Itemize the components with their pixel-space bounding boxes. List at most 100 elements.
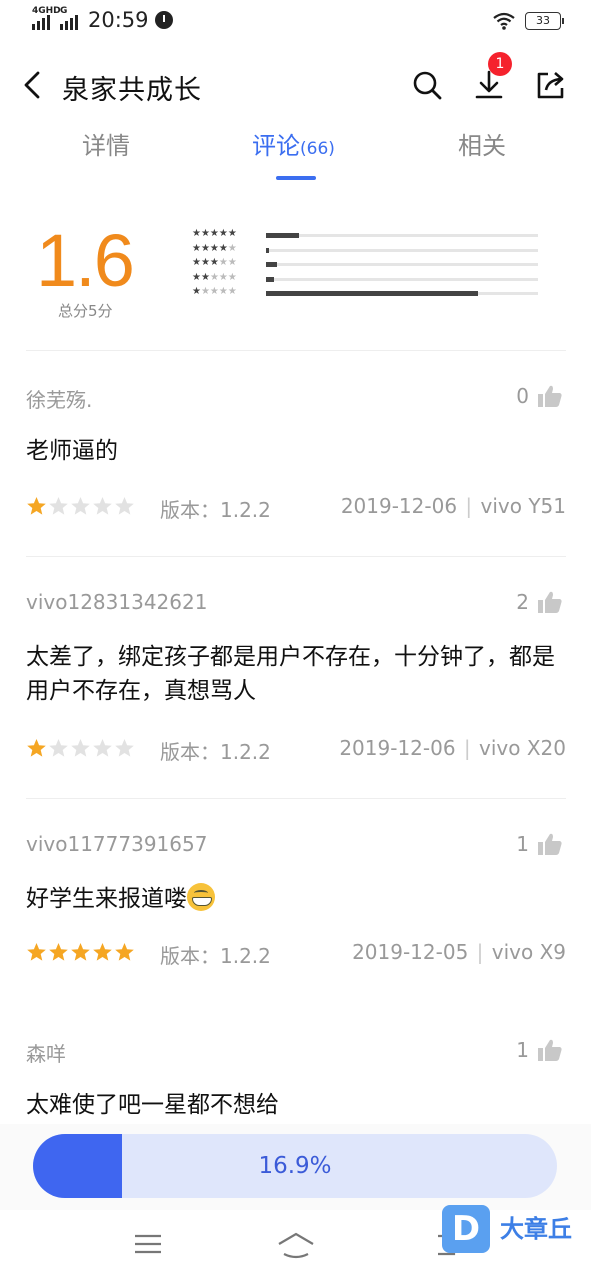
- home-icon[interactable]: [276, 1226, 316, 1262]
- like-button[interactable]: 0: [516, 384, 563, 408]
- download-progress-button[interactable]: 16.9%: [33, 1134, 557, 1198]
- rating-row-fill: [266, 276, 275, 282]
- download-progress-label: 16.9%: [258, 1153, 332, 1179]
- star-filled-icon: [27, 739, 46, 757]
- review-stars: [26, 738, 135, 759]
- review-meta: 版本：1.2.2 2019-12-06 | vivo X20: [26, 736, 566, 764]
- rating-row-fill: [266, 262, 277, 267]
- thumbs-up-icon: [538, 591, 562, 613]
- rating-row-stars: ★★★★★: [192, 242, 237, 254]
- divider: [26, 556, 566, 557]
- tab-reviews-count: (66): [300, 139, 335, 159]
- review-meta: 版本：1.2.2 2019-12-06 | vivo Y51: [26, 494, 567, 522]
- review-username: vivo12831342621: [26, 590, 208, 614]
- rating-row-3-star: ★★★★★: [192, 257, 542, 271]
- menu-icon[interactable]: [128, 1226, 168, 1262]
- review-date-device: 2019-12-06 | vivo X20: [339, 736, 566, 760]
- review-version: 版本：1.2.2: [160, 498, 271, 522]
- watermark-logo: D 大章丘: [440, 1203, 590, 1259]
- rating-row-1-star: ★★★★★: [192, 286, 542, 300]
- tab-indicator: [276, 176, 316, 180]
- review-version: 版本：1.2.2: [160, 740, 271, 764]
- watermark-text: 大章丘: [500, 1215, 572, 1243]
- review-device: vivo X9: [491, 940, 566, 964]
- alarm-icon: [154, 11, 173, 29]
- tab-related[interactable]: 相关: [458, 126, 506, 161]
- divider: [26, 798, 566, 799]
- share-icon[interactable]: [534, 68, 568, 102]
- rating-score: 1.6: [36, 219, 135, 302]
- thumbs-up-icon: [538, 833, 562, 855]
- star-empty-icon: [115, 497, 134, 515]
- like-count: 1: [516, 832, 529, 856]
- network-type-label: 4GHD: [32, 6, 61, 16]
- wifi-icon: [493, 12, 515, 30]
- tab-reviews-label: 评论: [252, 132, 300, 160]
- star-filled-icon: [49, 943, 68, 961]
- battery-icon: 33: [525, 12, 564, 30]
- network-type-2-label: G: [60, 6, 68, 16]
- star-empty-icon: [93, 497, 112, 515]
- status-bar: 4GHD G 20:59 33: [0, 0, 591, 48]
- status-time: 20:59: [88, 8, 149, 32]
- review-text-row: 好学生来报道喽: [26, 882, 566, 916]
- rating-row-stars: ★★★★★: [192, 257, 237, 268]
- review-username: vivo11777391657: [26, 832, 208, 856]
- watermark-logo-mark: D: [442, 1205, 490, 1253]
- review-username: 徐芜殇.: [26, 388, 93, 412]
- download-badge: 1: [488, 52, 512, 76]
- tab-reviews[interactable]: 评论(66): [252, 126, 335, 161]
- like-button[interactable]: 1: [516, 832, 563, 856]
- review-device: vivo X20: [479, 736, 566, 760]
- star-filled-icon: [71, 943, 90, 961]
- star-empty-icon: [115, 739, 134, 757]
- star-filled-icon: [115, 943, 134, 961]
- thumbs-up-icon: [538, 385, 562, 407]
- like-button[interactable]: 1: [516, 1038, 563, 1062]
- review-date-device: 2019-12-06 | vivo Y51: [340, 494, 567, 518]
- review-date: 2019-12-06: [340, 494, 458, 518]
- review-date: 2019-12-06: [339, 736, 456, 760]
- star-empty-icon: [49, 739, 68, 757]
- review-text: 好学生来报道喽: [26, 886, 187, 912]
- tab-related-label: 相关: [458, 132, 506, 160]
- search-icon[interactable]: [410, 68, 444, 102]
- rating-subtitle: 总分5分: [58, 302, 113, 320]
- back-icon[interactable]: [18, 70, 48, 100]
- rating-row-track: [266, 247, 538, 253]
- star-empty-icon: [93, 739, 112, 757]
- like-count: 2: [516, 590, 529, 614]
- rating-row-track: [266, 262, 538, 267]
- review-text: 太差了，绑定孩子都是用户不存在，十分钟了，都是用户不存在，真想骂人: [26, 644, 555, 704]
- review-meta: 版本：1.2.2 2019-12-05 | vivo X9: [26, 940, 566, 968]
- cell-signal-icon: 4GHD: [32, 6, 61, 30]
- download-bar-container: 16.9%: [0, 1124, 591, 1210]
- review-stars: [26, 496, 135, 517]
- like-count: 1: [516, 1038, 529, 1062]
- like-button[interactable]: 2: [516, 590, 563, 614]
- star-filled-icon: [27, 497, 46, 515]
- review-text: 太难使了吧一星都不想给: [26, 1092, 279, 1118]
- review-date: 2019-12-05: [352, 940, 469, 964]
- rating-row-5-star: ★★★★★: [192, 228, 542, 242]
- rating-row-stars: ★★★★★: [192, 271, 237, 283]
- review-username: 森咩: [26, 1042, 66, 1066]
- star-filled-icon: [27, 943, 46, 961]
- cell-signal-2-icon: G: [60, 6, 78, 30]
- review-date-device: 2019-12-05 | vivo X9: [352, 940, 566, 964]
- status-left: 4GHD G 20:59: [32, 6, 173, 32]
- rating-row-4-star: ★★★★★: [192, 243, 542, 257]
- rating-row-fill: [266, 233, 299, 238]
- review-device: vivo Y51: [480, 494, 567, 518]
- star-filled-icon: [93, 943, 112, 961]
- thumbs-up-icon: [538, 1039, 562, 1061]
- page-title: 泉家共成长: [62, 75, 202, 106]
- rating-row-track: [266, 276, 538, 282]
- like-count: 0: [516, 384, 529, 408]
- rating-row-fill: [266, 291, 479, 296]
- tab-details-label: 详情: [82, 132, 130, 160]
- star-empty-icon: [49, 497, 68, 515]
- review-version: 版本：1.2.2: [160, 944, 271, 968]
- grinning-face-emoji-icon: [187, 883, 215, 911]
- tab-details[interactable]: 详情: [82, 126, 130, 161]
